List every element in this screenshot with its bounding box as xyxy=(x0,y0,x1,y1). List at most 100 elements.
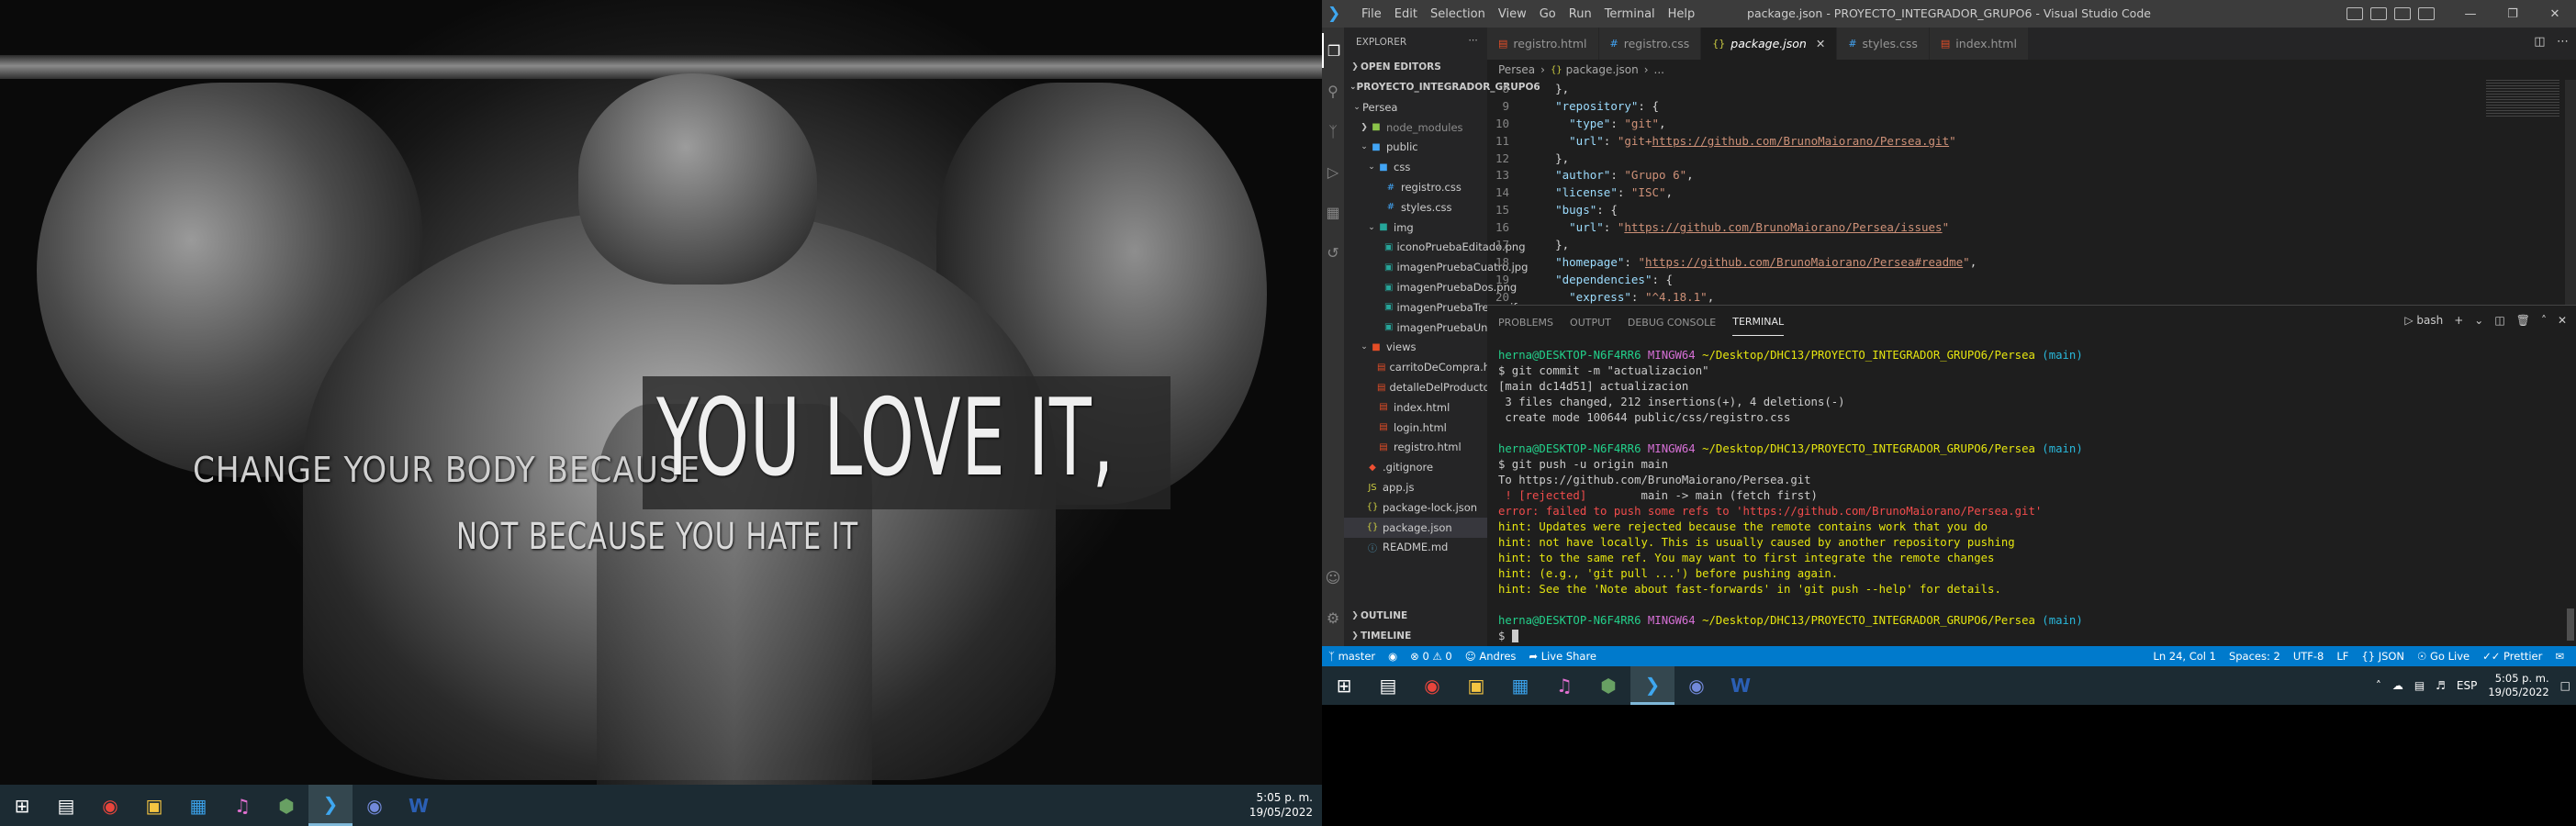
tree-file-registro-html[interactable]: ▤ registro.html xyxy=(1344,438,1487,458)
tree-file-app-js[interactable]: JS app.js xyxy=(1344,477,1487,497)
new-terminal-icon[interactable]: + xyxy=(2454,314,2463,327)
menu-terminal[interactable]: Terminal xyxy=(1598,7,1662,21)
tree-file-package-lock[interactable]: {} package-lock.json xyxy=(1344,497,1487,518)
tab-output[interactable]: OUTPUT xyxy=(1570,309,1611,336)
tree-file-index[interactable]: ▤ index.html xyxy=(1344,397,1487,418)
editor-scrollbar[interactable] xyxy=(2565,80,2576,305)
node-icon[interactable]: ⬢ xyxy=(1586,666,1630,705)
tree-file-img5[interactable]: ▣ imagenPruebaUno.gif xyxy=(1344,318,1510,338)
tree-file-carrito[interactable]: ▤ carritoDeCompra.html xyxy=(1344,357,1507,377)
status-liveshare[interactable]: ➦ Live Share xyxy=(1522,650,1603,663)
tree-file-readme[interactable]: ⓘ README.md xyxy=(1344,538,1487,558)
itunes-icon[interactable]: ♫ xyxy=(1542,666,1586,705)
tree-folder-css[interactable]: ⌄ ■ css xyxy=(1344,157,1487,177)
network-icon[interactable]: ▤ xyxy=(2409,679,2430,692)
tab-styles-css[interactable]: # styles.css xyxy=(1837,28,1930,60)
timeline-section[interactable]: ❯ TIMELINE xyxy=(1344,626,1487,646)
explorer-icon[interactable]: ❐ xyxy=(1322,33,1344,68)
status-branch[interactable]: ᛉ master xyxy=(1322,650,1382,663)
tab-terminal[interactable]: TERMINAL xyxy=(1732,308,1785,336)
word-icon[interactable]: W xyxy=(1719,666,1763,705)
breadcrumb-file[interactable]: package.json xyxy=(1566,63,1639,76)
file-explorer-icon[interactable]: ▣ xyxy=(132,785,176,826)
explorer-more-icon[interactable]: ⋯ xyxy=(1469,35,1479,46)
left-clock[interactable]: 5:05 p. m. 19/05/2022 xyxy=(1249,790,1313,820)
node-icon[interactable]: ⬢ xyxy=(264,785,308,826)
tree-folder-persea[interactable]: ⌄ Persea xyxy=(1344,97,1487,117)
status-language[interactable]: {} JSON xyxy=(2355,650,2411,663)
tree-file-detalle[interactable]: ▤ detalleDelProducto.html xyxy=(1344,377,1517,397)
tree-folder-public[interactable]: ⌄ ■ public xyxy=(1344,138,1487,158)
terminal-shell-selector[interactable]: ▷ bash xyxy=(2404,314,2443,327)
close-icon[interactable]: ✕ xyxy=(2534,0,2576,28)
code-link[interactable]: https://github.com/BrunoMaiorano/Persea/… xyxy=(1624,220,1942,234)
tree-file-styles-css[interactable]: # styles.css xyxy=(1344,197,1487,218)
account-icon[interactable]: ☺ xyxy=(1322,560,1344,595)
close-tab-icon[interactable]: ✕ xyxy=(1816,37,1825,50)
minimap[interactable] xyxy=(2486,80,2559,117)
tree-folder-views[interactable]: ⌄ ■ views xyxy=(1344,338,1487,358)
discord-icon[interactable]: ◉ xyxy=(353,785,397,826)
task-view-icon[interactable]: ▤ xyxy=(1366,666,1410,705)
breadcrumb-folder[interactable]: Persea xyxy=(1498,63,1535,76)
tree-file-package-json[interactable]: {} package.json xyxy=(1344,517,1487,538)
sync-icon[interactable]: ◉ xyxy=(1382,650,1404,663)
menu-help[interactable]: Help xyxy=(1662,7,1702,21)
code-link[interactable]: https://github.com/BrunoMaiorano/Persea#… xyxy=(1645,255,1963,269)
menu-run[interactable]: Run xyxy=(1562,7,1598,21)
maximize-panel-icon[interactable]: ˄ xyxy=(2541,314,2547,327)
terminal-output[interactable]: herna@DESKTOP-N6F4RR6 MINGW64 ~/Desktop/… xyxy=(1498,348,2554,644)
status-prettier[interactable]: ✓✓ Prettier xyxy=(2476,650,2548,663)
tree-file-gitignore[interactable]: ◆ .gitignore xyxy=(1344,457,1487,477)
tree-file-img2[interactable]: ▣ imagenPruebaCuatro.jpg xyxy=(1344,257,1528,277)
breadcrumb-symbol[interactable]: ... xyxy=(1654,63,1664,76)
notifications-icon[interactable]: ✉ xyxy=(2548,650,2570,663)
task-view-icon[interactable]: ▤ xyxy=(44,785,88,826)
notification-center-icon[interactable]: □ xyxy=(2555,679,2576,692)
file-explorer-icon[interactable]: ▣ xyxy=(1454,666,1498,705)
onedrive-icon[interactable]: ☁ xyxy=(2387,679,2409,692)
more-actions-icon[interactable]: ⋯ xyxy=(2557,35,2569,49)
menu-file[interactable]: File xyxy=(1355,7,1388,21)
status-golive[interactable]: ☉ Go Live xyxy=(2411,650,2476,663)
store-icon[interactable]: ▦ xyxy=(1498,666,1542,705)
open-editors-section[interactable]: ❯ OPEN EDITORS xyxy=(1344,57,1487,77)
source-control-icon[interactable]: ᛉ xyxy=(1322,114,1344,149)
chrome-icon[interactable]: ◉ xyxy=(1410,666,1454,705)
menu-edit[interactable]: Edit xyxy=(1388,7,1424,21)
toggle-panel-icon[interactable] xyxy=(2370,7,2387,20)
outline-section[interactable]: ❯ OUTLINE xyxy=(1344,606,1487,626)
status-spaces[interactable]: Spaces: 2 xyxy=(2223,650,2287,663)
status-user[interactable]: ☺ Andres xyxy=(1459,650,1523,663)
store-icon[interactable]: ▦ xyxy=(176,785,220,826)
remote-explorer-icon[interactable]: ↺ xyxy=(1322,235,1344,270)
terminal-scrollbar[interactable] xyxy=(2567,608,2574,641)
customize-layout-icon[interactable] xyxy=(2418,7,2435,20)
windows-start-icon[interactable]: ⊞ xyxy=(1322,666,1366,705)
tab-debug-console[interactable]: DEBUG CONSOLE xyxy=(1628,309,1716,336)
toggle-sidebar-icon[interactable] xyxy=(2346,7,2363,20)
tree-file-img1[interactable]: ▣ iconoPruebaEditado.png xyxy=(1344,238,1526,258)
code-link[interactable]: https://github.com/BrunoMaiorano/Persea.… xyxy=(1652,134,1950,148)
language-indicator[interactable]: ESP xyxy=(2451,679,2482,692)
discord-icon[interactable]: ◉ xyxy=(1674,666,1719,705)
windows-start-icon[interactable]: ⊞ xyxy=(0,785,44,826)
menu-selection[interactable]: Selection xyxy=(1424,7,1492,21)
minimize-icon[interactable]: — xyxy=(2449,0,2492,28)
menu-view[interactable]: View xyxy=(1492,7,1533,21)
tree-folder-img[interactable]: ⌄ ■ img xyxy=(1344,218,1487,238)
chevron-up-icon[interactable]: ˄ xyxy=(2370,679,2387,692)
restore-icon[interactable]: ❐ xyxy=(2492,0,2534,28)
right-clock[interactable]: 5:05 p. m. 19/05/2022 xyxy=(2482,672,2554,699)
tab-registro-css[interactable]: # registro.css xyxy=(1598,28,1702,60)
settings-gear-icon[interactable]: ⚙ xyxy=(1322,600,1344,635)
project-section[interactable]: ⌄ PROYECTO_INTEGRADOR_GRUPO6 xyxy=(1344,77,1540,97)
tab-index-html[interactable]: ▤ index.html xyxy=(1929,28,2029,60)
status-encoding[interactable]: UTF-8 xyxy=(2287,650,2331,663)
run-debug-icon[interactable]: ▷ xyxy=(1322,154,1344,189)
terminal-prompt-line[interactable]: $ _ xyxy=(1498,629,2554,644)
status-position[interactable]: Ln 24, Col 1 xyxy=(2146,650,2223,663)
volume-icon[interactable]: ♬ xyxy=(2430,679,2451,692)
vscode-icon[interactable]: ❯ xyxy=(1630,666,1674,705)
tab-problems[interactable]: PROBLEMS xyxy=(1498,309,1553,336)
